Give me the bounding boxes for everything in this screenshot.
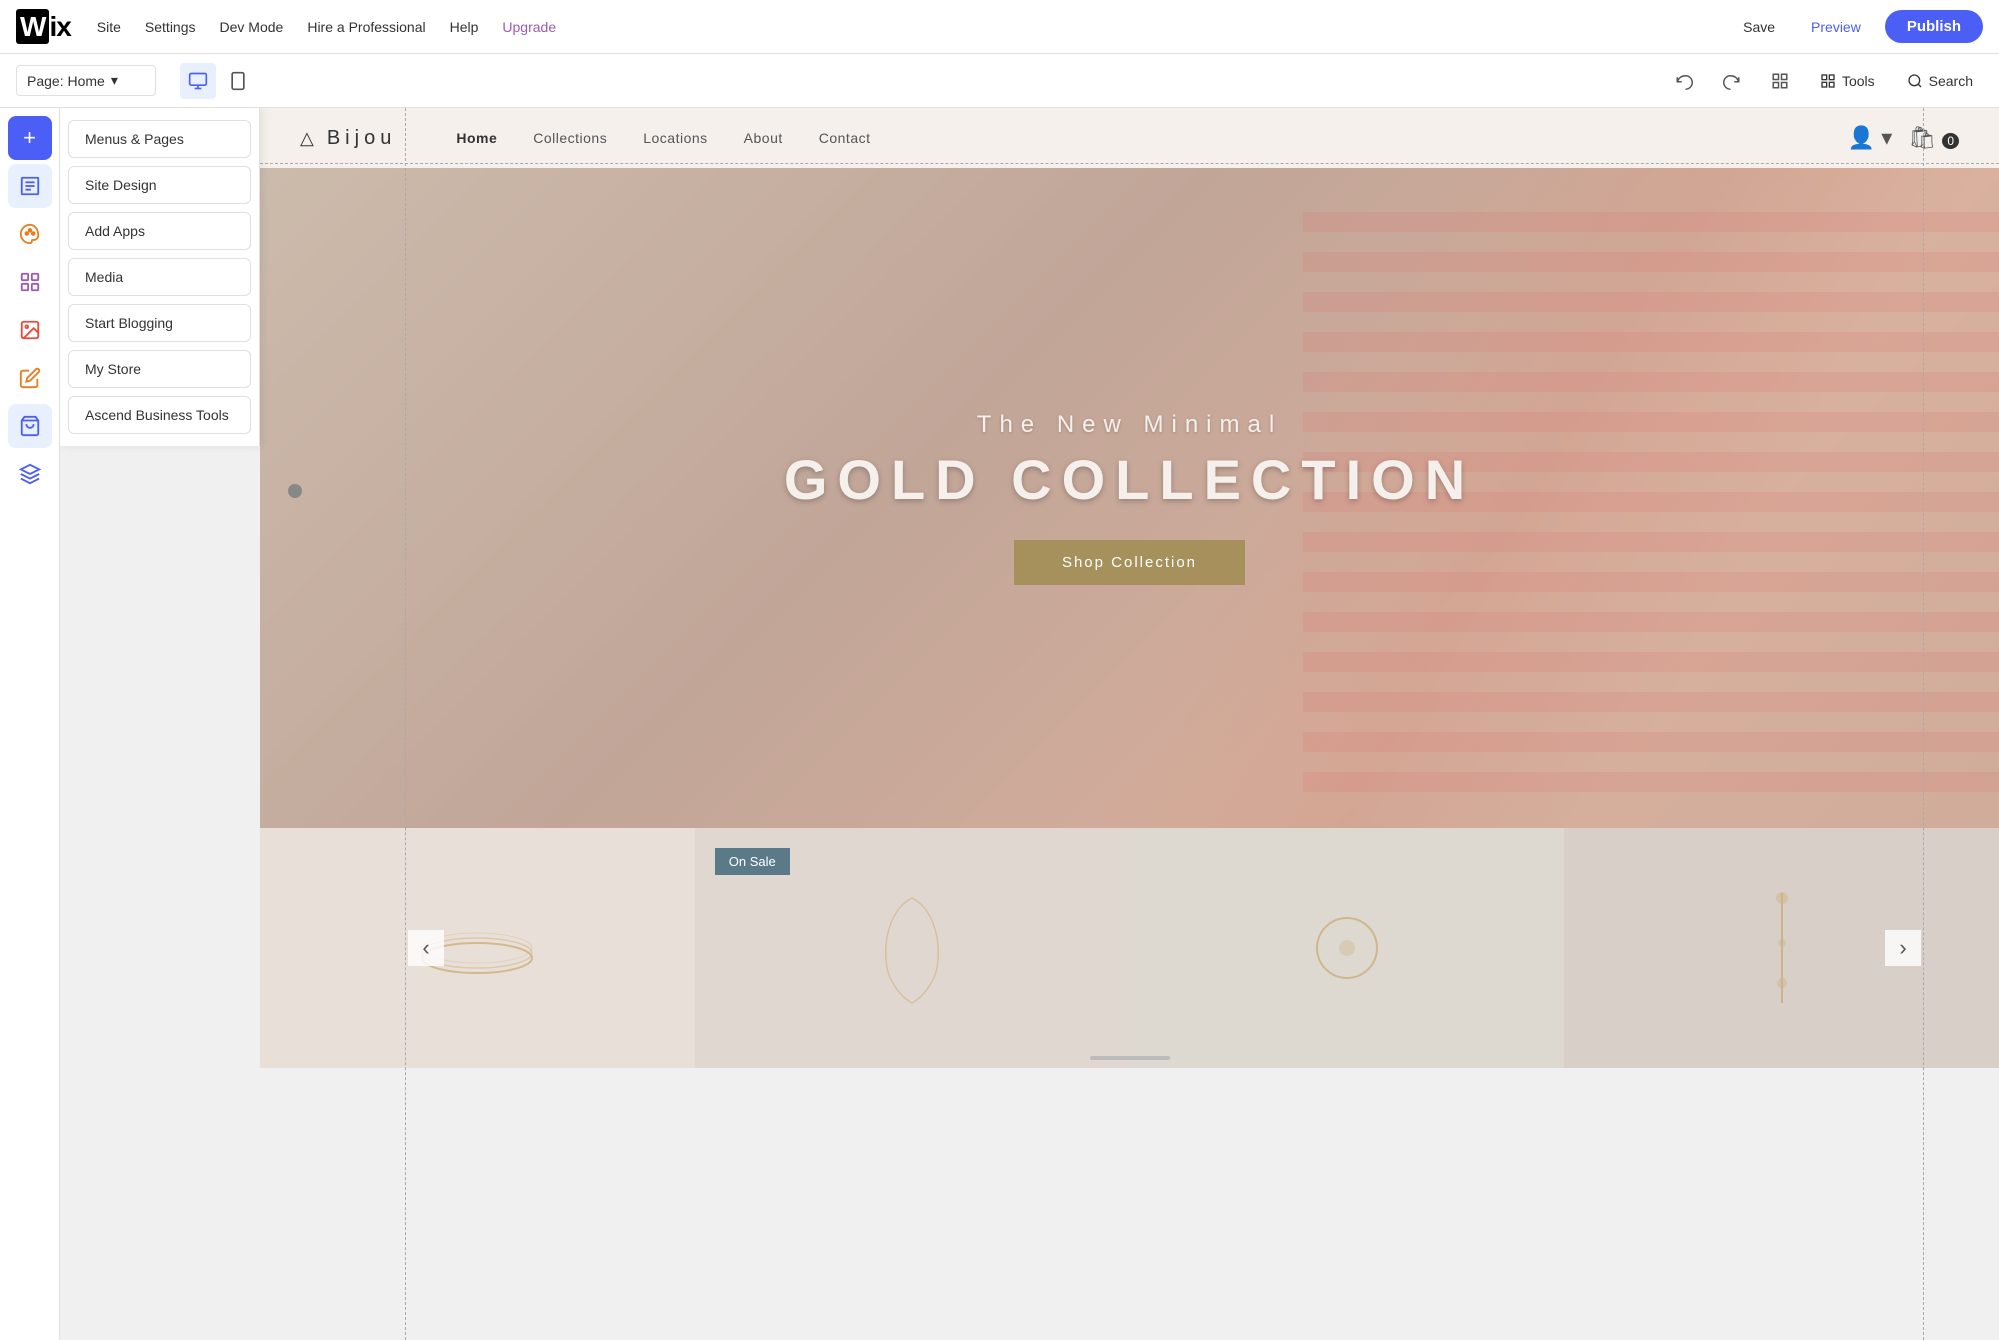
prev-arrow[interactable]: ‹ [408, 930, 444, 966]
undo-button[interactable] [1666, 63, 1702, 99]
sidebar-item-design[interactable] [8, 212, 52, 256]
hero-title: GOLD COLLECTION [784, 447, 1475, 512]
panel-site-design[interactable]: Site Design [68, 166, 251, 204]
panel: Menus & Pages Site Design Add Apps Media… [60, 108, 260, 446]
search-label: Search [1929, 73, 1973, 89]
second-bar: Page: Home ▾ [0, 54, 1999, 108]
site-header: △ Bijou Home Collections Locations About… [260, 108, 1999, 168]
panel-media[interactable]: Media [68, 258, 251, 296]
hero-content: The New Minimal GOLD COLLECTION Shop Col… [784, 411, 1475, 585]
add-element-button[interactable]: + [8, 116, 52, 160]
panel-add-apps[interactable]: Add Apps [68, 212, 251, 250]
nav-settings[interactable]: Settings [143, 15, 198, 39]
tools-label: Tools [1842, 73, 1875, 89]
logo-icon: △ [300, 128, 317, 149]
scroll-indicator [1090, 1056, 1170, 1060]
redo-button[interactable] [1714, 63, 1750, 99]
nav-help[interactable]: Help [448, 15, 481, 39]
sidebar-item-pages[interactable] [8, 164, 52, 208]
sidebar-item-apps[interactable] [8, 260, 52, 304]
hero-section: The New Minimal GOLD COLLECTION Shop Col… [260, 168, 1999, 828]
carousel-dot [288, 484, 302, 498]
panel-start-blogging[interactable]: Start Blogging [68, 304, 251, 342]
device-buttons [180, 63, 256, 99]
wix-logo: Wix [16, 11, 71, 43]
cart-icon[interactable]: 🛍 0 [1908, 125, 1959, 151]
panel-menus-pages[interactable]: Menus & Pages [68, 120, 251, 158]
left-sidebar: + [0, 108, 60, 1340]
top-bar-right: Save Preview Publish [1731, 10, 1983, 43]
site-nav-locations[interactable]: Locations [643, 130, 707, 146]
sidebar-item-blog[interactable] [8, 356, 52, 400]
user-icon[interactable]: 👤 ▾ [1848, 125, 1893, 151]
preview-button[interactable]: Preview [1799, 13, 1873, 41]
product-card-2: On Sale [695, 828, 1130, 1068]
publish-button[interactable]: Publish [1885, 10, 1983, 43]
page-selector[interactable]: Page: Home ▾ [16, 65, 156, 96]
site-logo: △ Bijou [300, 127, 396, 150]
panel-ascend-tools[interactable]: Ascend Business Tools [68, 396, 251, 434]
second-bar-right: Tools Search [1666, 63, 1983, 99]
next-arrow[interactable]: › [1885, 930, 1921, 966]
save-button[interactable]: Save [1731, 13, 1787, 41]
top-bar: Wix Site Settings Dev Mode Hire a Profes… [0, 0, 1999, 54]
product-card-1 [260, 828, 695, 1068]
logo-text: Bijou [327, 127, 396, 150]
sidebar-item-media[interactable] [8, 308, 52, 352]
product-card-3 [1130, 828, 1565, 1068]
site-nav-about[interactable]: About [744, 130, 783, 146]
product-image-3 [1130, 828, 1565, 1068]
tools-button[interactable]: Tools [1810, 67, 1885, 95]
mobile-view-button[interactable] [220, 63, 256, 99]
site-nav-contact[interactable]: Contact [819, 130, 871, 146]
site-nav-home[interactable]: Home [456, 130, 497, 146]
site-preview: △ Bijou Home Collections Locations About… [260, 108, 1999, 1340]
nav-hire[interactable]: Hire a Professional [305, 15, 427, 39]
next-arrow-icon: › [1899, 935, 1906, 961]
product-image-4 [1564, 828, 1999, 1068]
top-nav: Site Settings Dev Mode Hire a Profession… [95, 15, 558, 39]
page-label: Page: Home [27, 73, 105, 89]
on-sale-badge: On Sale [715, 848, 790, 875]
shop-collection-button[interactable]: Shop Collection [1014, 540, 1245, 585]
sidebar-item-ascend[interactable] [8, 452, 52, 496]
nav-upgrade[interactable]: Upgrade [500, 15, 558, 39]
site-nav: Home Collections Locations About Contact [456, 130, 870, 146]
prev-arrow-icon: ‹ [422, 935, 429, 961]
site-nav-collections[interactable]: Collections [533, 130, 607, 146]
nav-dev-mode[interactable]: Dev Mode [218, 15, 286, 39]
desktop-view-button[interactable] [180, 63, 216, 99]
nav-site[interactable]: Site [95, 15, 123, 39]
hero-subtitle: The New Minimal [784, 411, 1475, 439]
site-header-right: 👤 ▾ 🛍 0 [1848, 125, 1959, 151]
search-button[interactable]: Search [1897, 67, 1983, 95]
product-section: On Sale [260, 828, 1999, 1068]
sidebar-item-store[interactable] [8, 404, 52, 448]
panel-my-store[interactable]: My Store [68, 350, 251, 388]
product-card-4 [1564, 828, 1999, 1068]
zoom-button[interactable] [1762, 63, 1798, 99]
canvas: △ Bijou Home Collections Locations About… [260, 108, 1999, 1340]
chevron-down-icon: ▾ [111, 72, 118, 89]
product-image-1 [260, 828, 695, 1068]
